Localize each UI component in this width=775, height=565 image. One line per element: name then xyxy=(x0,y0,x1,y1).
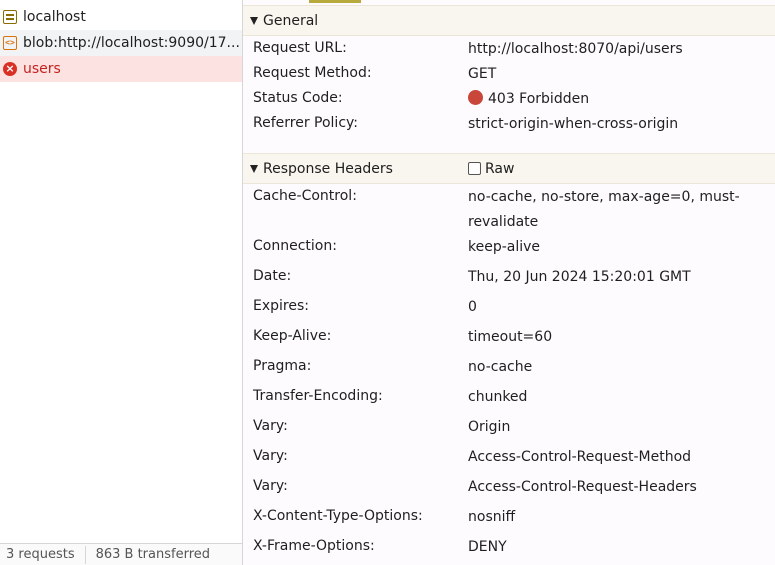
error-icon: × xyxy=(3,62,17,76)
header-name: Request Method: xyxy=(253,65,372,81)
header-name: Expires: xyxy=(253,298,309,314)
header-name: Vary: xyxy=(253,478,288,494)
request-item-label: blob:http://localhost:9090/17... xyxy=(23,35,240,51)
header-name: Pragma: xyxy=(253,358,312,374)
raw-label: Raw xyxy=(485,160,515,177)
header-value: strict-origin-when-cross-origin xyxy=(468,116,679,132)
header-value: Origin xyxy=(468,419,511,435)
header-name: Request URL: xyxy=(253,40,347,56)
header-value: Thu, 20 Jun 2024 15:20:01 GMT xyxy=(468,269,691,285)
transferred-size: 863 B transferred xyxy=(95,547,211,562)
document-icon xyxy=(3,10,17,24)
network-status-bar: 3 requests 863 B transferred xyxy=(0,543,242,565)
request-list: localhost <> blob:http://localhost:9090/… xyxy=(0,0,243,565)
header-name: Vary: xyxy=(253,448,288,464)
request-item-label: users xyxy=(23,61,61,77)
script-icon: <> xyxy=(3,36,17,50)
header-name: Transfer-Encoding: xyxy=(253,388,383,404)
header-name: X-Content-Type-Options: xyxy=(253,508,423,524)
section-title: Response Headers xyxy=(263,160,393,177)
header-value: 403 Forbidden xyxy=(468,87,768,112)
header-name: Cache-Control: xyxy=(253,188,357,204)
header-name: Vary: xyxy=(253,418,288,434)
request-item-users[interactable]: × users xyxy=(0,56,242,82)
expand-triangle-icon xyxy=(250,16,258,25)
header-name: Status Code: xyxy=(253,90,343,106)
status-divider xyxy=(84,545,86,564)
header-name: Connection: xyxy=(253,238,337,254)
request-count: 3 requests xyxy=(6,547,75,562)
header-value: chunked xyxy=(468,389,528,405)
active-tab-indicator xyxy=(309,0,361,3)
header-name: X-Frame-Options: xyxy=(253,538,375,554)
headers-panel: General Request URL: http://localhost:80… xyxy=(243,0,775,565)
section-title: General xyxy=(263,12,319,29)
header-value: timeout=60 xyxy=(468,329,553,345)
header-value: nosniff xyxy=(468,509,516,525)
header-value: keep-alive xyxy=(468,239,541,255)
header-value: Access-Control-Request-Method xyxy=(468,449,692,465)
expand-triangle-icon xyxy=(250,164,258,173)
header-value: no-cache, no-store, max-age=0, must-reva… xyxy=(468,189,740,230)
request-item-blob[interactable]: <> blob:http://localhost:9090/17... xyxy=(0,30,242,56)
header-value: GET xyxy=(468,66,497,82)
header-value: 0 xyxy=(468,299,477,315)
header-name: Date: xyxy=(253,268,292,284)
general-section-header[interactable]: General xyxy=(243,5,775,36)
status-code-text: 403 Forbidden xyxy=(488,91,590,107)
devtools-network-panel: localhost <> blob:http://localhost:9090/… xyxy=(0,0,775,565)
header-name: Keep-Alive: xyxy=(253,328,332,344)
header-value: http://localhost:8070/api/users xyxy=(468,41,683,57)
raw-checkbox[interactable] xyxy=(468,162,481,175)
header-value: DENY xyxy=(468,539,507,555)
header-name: Referrer Policy: xyxy=(253,115,358,131)
header-value: Access-Control-Request-Headers xyxy=(468,479,697,495)
raw-toggle[interactable]: Raw xyxy=(468,154,514,183)
header-value: no-cache xyxy=(468,359,533,375)
status-indicator-icon xyxy=(468,90,483,105)
request-item-label: localhost xyxy=(23,9,86,25)
response-headers-section-header[interactable]: Response Headers Raw xyxy=(243,153,775,184)
request-item-localhost[interactable]: localhost xyxy=(0,4,242,30)
